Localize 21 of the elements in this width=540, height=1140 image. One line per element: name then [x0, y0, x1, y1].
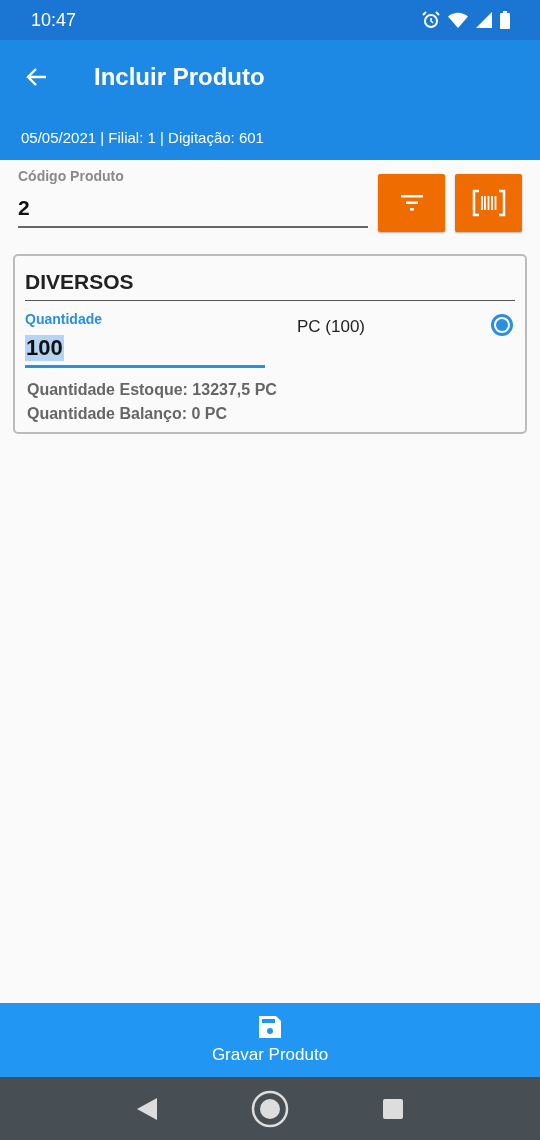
home-nav-icon[interactable]: [251, 1089, 289, 1128]
wifi-icon: [448, 12, 468, 28]
unit-label: PC (100): [297, 317, 367, 337]
stock-info-text: Quantidade Estoque: 13237,5 PC: [27, 380, 278, 400]
barcode-scan-icon: [471, 189, 506, 217]
recents-nav-icon[interactable]: [383, 1098, 403, 1119]
battery-icon: [500, 11, 510, 29]
back-nav-icon[interactable]: [137, 1097, 157, 1120]
save-icon: [258, 1015, 282, 1039]
product-code-field[interactable]: Código Produto 2: [18, 168, 368, 228]
signal-icon: [476, 12, 492, 28]
unit-radio-button[interactable]: [491, 314, 513, 336]
filter-icon: [400, 195, 423, 211]
screen-title: Incluir Produto: [94, 63, 265, 91]
info-text: 05/05/2021 | Filial: 1 | Digitação: 601: [21, 128, 264, 146]
barcode-scan-button[interactable]: [455, 174, 522, 232]
stock-info-text: Quantidade Balanço: 0 PC: [27, 404, 229, 424]
alarm-icon: [422, 11, 440, 29]
product-name: DIVERSOS: [25, 270, 515, 301]
quantity-field[interactable]: Quantidade 100: [25, 311, 265, 368]
status-time: 10:47: [31, 9, 77, 31]
